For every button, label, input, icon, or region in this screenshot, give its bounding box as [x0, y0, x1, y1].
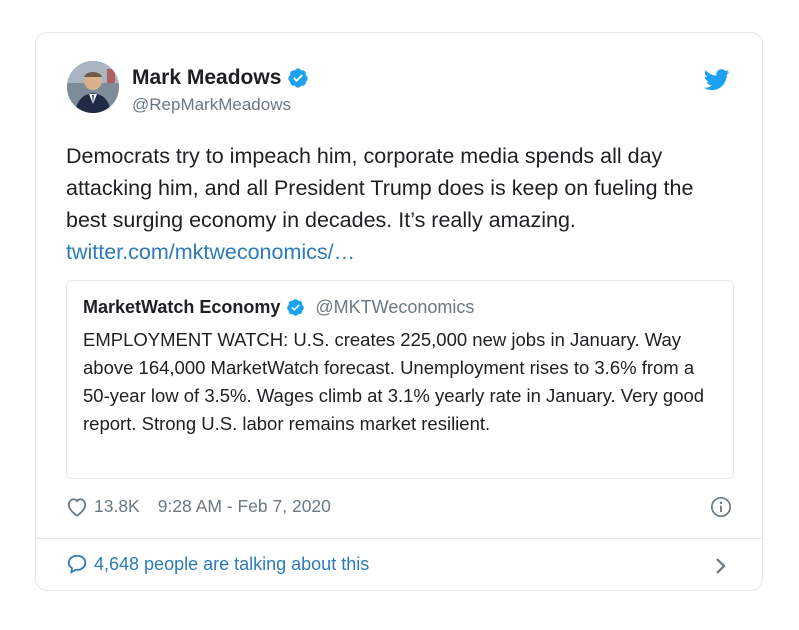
tweet-meta: 13.8K 9:28 AM - Feb 7, 2020 [66, 496, 331, 517]
avatar[interactable] [67, 61, 119, 113]
quoted-author-handle: @MKTWeconomics [315, 297, 475, 317]
quoted-tweet[interactable]: MarketWatch Economy @MKTWeconomics EMPLO… [66, 280, 734, 479]
author-handle[interactable]: @RepMarkMeadows [132, 95, 291, 115]
twitter-bird-icon[interactable] [704, 69, 730, 91]
conversation-text[interactable]: 4,648 people are talking about this [94, 554, 369, 575]
verified-badge-icon [288, 68, 309, 88]
quoted-tweet-text: EMPLOYMENT WATCH: U.S. creates 225,000 n… [83, 329, 705, 434]
tweet-link[interactable]: twitter.com/mktweconomics/… [66, 236, 355, 268]
like-count[interactable]: 13.8K [94, 496, 140, 517]
embedded-tweet-card: Mark Meadows @RepMarkMeadows Democrats t… [35, 32, 763, 591]
conversation-link[interactable]: 4,648 people are talking about this [66, 553, 369, 575]
quoted-tweet-header: MarketWatch Economy @MKTWeconomics [83, 297, 474, 318]
author-name[interactable]: Mark Meadows [132, 66, 309, 90]
divider [36, 538, 762, 539]
author-name-text[interactable]: Mark Meadows [132, 66, 281, 90]
heart-icon[interactable] [66, 497, 88, 517]
comment-icon [67, 554, 87, 575]
tweet-timestamp[interactable]: 9:28 AM - Feb 7, 2020 [158, 496, 331, 517]
chevron-right-icon[interactable] [714, 555, 728, 577]
verified-badge-icon [287, 299, 305, 316]
tweet-text: Democrats try to impeach him, corporate … [66, 144, 694, 232]
quoted-author-name: MarketWatch Economy [83, 297, 281, 317]
info-icon[interactable] [710, 496, 732, 518]
avatar-image [67, 61, 119, 113]
